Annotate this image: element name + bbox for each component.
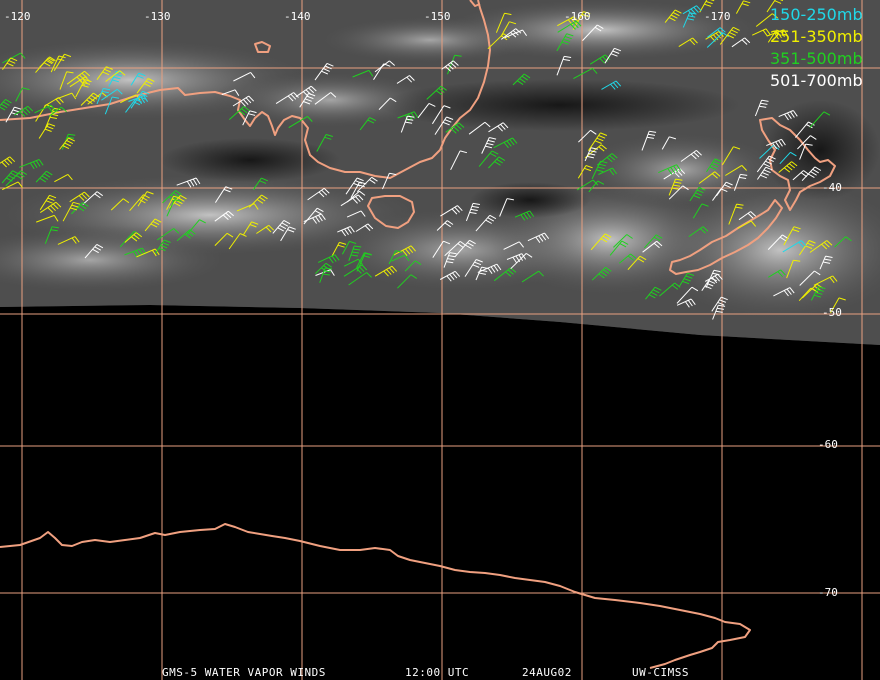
footer-source: UW-CIMSS [632, 666, 689, 679]
footer-time: 12:00 UTC [405, 666, 469, 679]
water-vapor-wind-map: -40 -50 -60 -70 -120 -130 -140 -150 -160… [0, 0, 880, 680]
lon-label-140: -140 [284, 10, 311, 23]
lat-label-40: -40 [822, 181, 842, 194]
lon-label-130: -130 [144, 10, 171, 23]
legend-251-350mb: 251-350mb [770, 27, 863, 46]
legend-351-500mb: 351-500mb [770, 49, 863, 68]
lon-label-160: -160 [564, 10, 591, 23]
legend-501-700mb: 501-700mb [770, 71, 863, 90]
legend-150-250mb: 150-250mb [770, 5, 863, 24]
map-canvas: -40 -50 -60 -70 -120 -130 -140 -150 -160… [0, 0, 880, 680]
lon-label-120: -120 [4, 10, 31, 23]
water-vapor-imagery [0, 0, 880, 345]
lat-label-50: -50 [822, 306, 842, 319]
lat-label-60: -60 [818, 438, 838, 451]
lat-label-70: -70 [818, 586, 838, 599]
lon-label-170: -170 [704, 10, 731, 23]
footer: GMS-5 WATER VAPOR WINDS 12:00 UTC 24AUG0… [162, 666, 689, 679]
footer-date: 24AUG02 [522, 666, 572, 679]
footer-product: GMS-5 WATER VAPOR WINDS [162, 666, 326, 679]
antarctica-coastline [0, 523, 751, 669]
lon-label-150: -150 [424, 10, 451, 23]
